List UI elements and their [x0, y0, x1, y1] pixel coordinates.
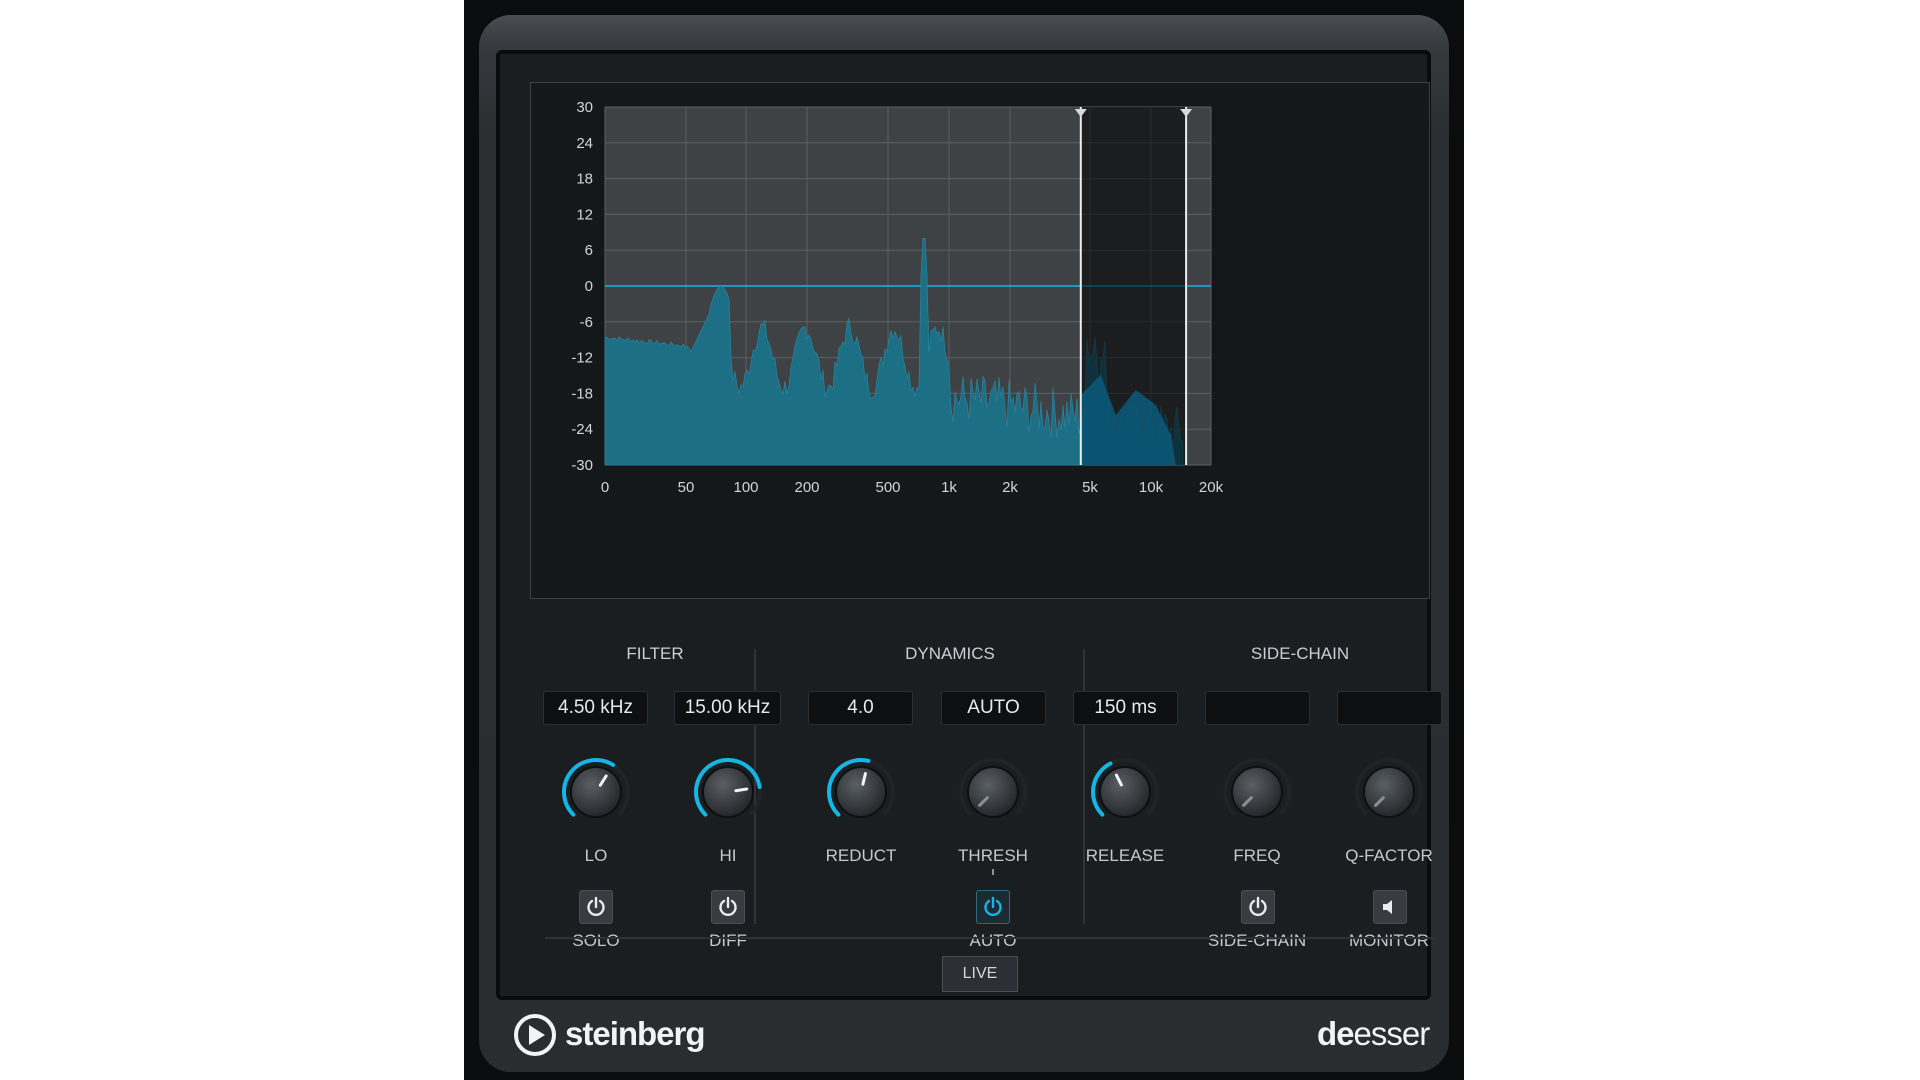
freq-knob[interactable]: [1219, 754, 1295, 830]
section-title-dynamics: DYNAMICS: [905, 644, 995, 663]
y-tick-label: 12: [576, 206, 593, 223]
plugin-window: 30 24 18 12 6 0 -6 -12 -18 -24 -30 0 50 100 200 500 1k 2…: [464, 0, 1464, 1080]
reduct-label: REDUCT: [825, 846, 897, 865]
reduct-value-field[interactable]: 4.0: [808, 691, 913, 725]
y-tick-label: 0: [585, 278, 593, 295]
thresh-tick: [992, 869, 994, 875]
x-tick-label: 100: [733, 479, 758, 496]
product-prefix: de: [1317, 1015, 1355, 1052]
freq-value-field[interactable]: [1205, 691, 1310, 725]
lo-value-field[interactable]: 4.50 kHz: [543, 691, 648, 725]
monitor-button[interactable]: [1373, 890, 1407, 924]
auto-threshold-button[interactable]: [976, 890, 1010, 924]
y-tick-label: -6: [580, 314, 593, 331]
plugin-shell: 30 24 18 12 6 0 -6 -12 -18 -24 -30 0 50 100 200 500 1k 2…: [479, 15, 1449, 1072]
y-tick-label: 18: [576, 171, 593, 188]
qfactor-value-field[interactable]: [1337, 691, 1442, 725]
product-name: deesser: [1317, 1015, 1431, 1053]
product-suffix: esser: [1353, 1015, 1431, 1052]
x-tick-label: 500: [875, 479, 900, 496]
x-tick-label: 2k: [1002, 479, 1018, 496]
steinberg-logo-icon: [514, 1014, 556, 1056]
y-tick-label: -18: [571, 385, 593, 402]
qfactor-label: Q-FACTOR: [1345, 846, 1433, 865]
power-icon: [719, 896, 737, 916]
qfactor-knob[interactable]: [1351, 754, 1427, 830]
solo-button[interactable]: [579, 890, 613, 924]
speaker-icon: [1383, 900, 1392, 914]
power-icon: [1249, 896, 1267, 916]
release-label: RELEASE: [1085, 846, 1165, 865]
x-tick-label: 50: [678, 479, 695, 496]
x-tick-label: 20k: [1199, 479, 1224, 496]
y-tick-label: 24: [576, 135, 593, 152]
hi-label: HI: [719, 846, 737, 865]
release-knob[interactable]: [1087, 754, 1163, 830]
divider-line: [545, 937, 1435, 939]
plugin-panel: 30 24 18 12 6 0 -6 -12 -18 -24 -30 0 50 100 200 500 1k 2…: [496, 50, 1442, 1000]
auto-label: AUTO: [969, 931, 1017, 950]
y-tick-label: -30: [571, 457, 593, 474]
lo-label: LO: [584, 846, 608, 865]
x-tick-label: 10k: [1139, 479, 1164, 496]
y-tick-label: -12: [571, 350, 593, 367]
freq-label: FREQ: [1233, 846, 1281, 865]
brand-name: steinberg: [565, 1015, 706, 1052]
release-value-field[interactable]: 150 ms: [1073, 691, 1178, 725]
power-icon: [984, 896, 1002, 916]
x-tick-label: 5k: [1082, 479, 1098, 496]
diff-button[interactable]: [711, 890, 745, 924]
sidechain-button[interactable]: [1241, 890, 1275, 924]
thresh-label: THRESH: [958, 846, 1028, 865]
reduct-knob[interactable]: [823, 754, 899, 830]
knob-pointer: [734, 787, 749, 793]
thresh-knob[interactable]: [955, 754, 1031, 830]
thresh-value-field[interactable]: AUTO: [941, 691, 1046, 725]
y-tick-label: 6: [585, 242, 593, 259]
y-tick-label: 30: [576, 99, 593, 116]
sidechain-label: SIDE-CHAIN: [1207, 931, 1307, 950]
spectrum-svg: 30 24 18 12 6 0 -6 -12 -18 -24 -30 0 50 100 200 500 1k 2…: [571, 99, 1224, 496]
diff-label: DIFF: [709, 931, 747, 950]
x-tick-label: 200: [794, 479, 819, 496]
hi-value-field[interactable]: 15.00 kHz: [674, 691, 781, 725]
lo-knob[interactable]: [558, 754, 634, 830]
y-tick-label: -24: [571, 421, 593, 438]
live-button[interactable]: LIVE: [942, 956, 1018, 992]
power-icon: [587, 896, 605, 916]
section-title-sidechain: SIDE-CHAIN: [1250, 644, 1350, 663]
monitor-label: MONITOR: [1349, 931, 1429, 950]
solo-label: SOLO: [572, 931, 620, 950]
hi-knob[interactable]: [690, 754, 766, 830]
spectrum-analyzer[interactable]: 30 24 18 12 6 0 -6 -12 -18 -24 -30 0 50 100 200 500 1k 2…: [530, 82, 1430, 599]
x-tick-label: 1k: [941, 479, 957, 496]
x-tick-label: 0: [601, 479, 609, 496]
